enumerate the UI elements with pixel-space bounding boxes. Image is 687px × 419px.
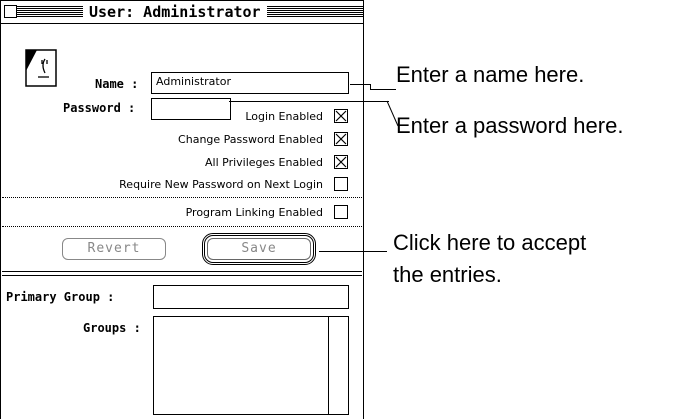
user-window: User: Administrator Name : Administrator… — [0, 0, 364, 419]
callout-line — [229, 101, 389, 102]
login-enabled-label: Login Enabled — [245, 110, 323, 123]
callout-save-line2: the entries. — [393, 262, 502, 287]
primary-group-label: Primary Group : — [6, 290, 115, 304]
change-password-checkbox[interactable] — [334, 132, 348, 146]
program-linking-label: Program Linking Enabled — [185, 206, 323, 219]
name-field-value: Administrator — [156, 75, 231, 88]
password-label: Password : — [63, 101, 136, 115]
require-new-password-checkbox[interactable] — [334, 177, 348, 191]
window-title: User: Administrator — [83, 2, 267, 22]
callout-save-line1: Click here to accept — [393, 230, 587, 255]
callout-line — [370, 89, 396, 90]
save-button[interactable]: Save — [202, 233, 316, 265]
callout-line — [350, 84, 370, 85]
require-new-password-label: Require New Password on Next Login — [119, 178, 323, 191]
groups-list[interactable] — [153, 316, 349, 415]
groups-scrollbar[interactable] — [328, 317, 348, 414]
divider — [2, 226, 362, 227]
callout-password: Enter a password here. — [396, 113, 624, 138]
name-field[interactable]: Administrator — [151, 72, 349, 94]
login-enabled-checkbox[interactable] — [334, 109, 348, 123]
title-bar[interactable]: User: Administrator — [1, 1, 363, 24]
user-face-icon — [25, 49, 61, 89]
password-field[interactable] — [151, 98, 231, 120]
section-divider — [2, 271, 362, 276]
revert-button[interactable]: Revert — [62, 238, 166, 260]
groups-label: Groups : — [83, 321, 141, 335]
primary-group-field[interactable] — [153, 285, 349, 309]
name-label: Name : — [95, 77, 139, 91]
all-privileges-checkbox[interactable] — [334, 155, 348, 169]
close-box-icon[interactable] — [4, 5, 17, 18]
divider — [2, 197, 362, 198]
callout-name: Enter a name here. — [396, 62, 585, 87]
change-password-label: Change Password Enabled — [178, 133, 323, 146]
program-linking-checkbox[interactable] — [334, 205, 348, 219]
all-privileges-label: All Privileges Enabled — [205, 156, 323, 169]
callout-line — [319, 251, 387, 252]
